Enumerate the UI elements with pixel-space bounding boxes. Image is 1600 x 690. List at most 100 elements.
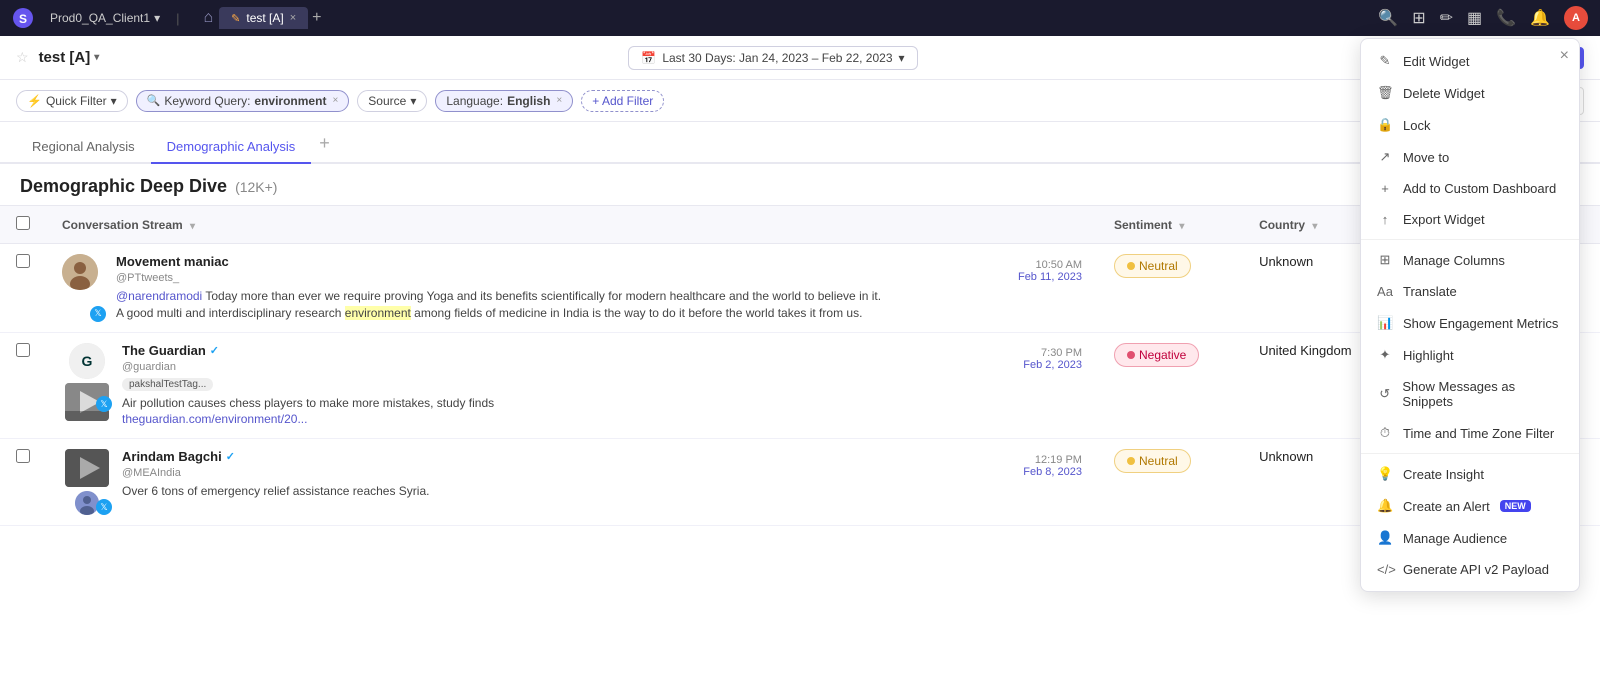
edit-widget-icon: ✎ bbox=[1377, 53, 1393, 69]
tab-add-button[interactable]: + bbox=[311, 129, 338, 158]
sentiment-dot-2 bbox=[1127, 351, 1135, 359]
menu-item-manage-columns[interactable]: ⊞ Manage Columns bbox=[1361, 244, 1579, 276]
svg-text:G: G bbox=[82, 353, 93, 369]
timestamp-3: 12:19 PM Feb 8, 2023 bbox=[1023, 451, 1082, 478]
row-checkbox-3[interactable] bbox=[16, 449, 30, 463]
phone-icon[interactable]: 📞 bbox=[1496, 8, 1516, 28]
select-all-column[interactable] bbox=[0, 206, 46, 244]
search-icon[interactable]: 🔍 bbox=[1378, 8, 1398, 28]
add-dashboard-icon: + bbox=[1377, 181, 1393, 196]
tab-test-a[interactable]: ✎ test [A] × bbox=[219, 7, 308, 29]
bagchi-thumbnail bbox=[65, 449, 109, 487]
date-range-picker[interactable]: 📅 Last 30 Days: Jan 24, 2023 – Feb 22, 2… bbox=[628, 46, 917, 70]
conversation-content-2: The Guardian ✓ @guardian 7:30 PM Feb 2, … bbox=[122, 343, 1082, 429]
sentiment-dot-1 bbox=[1127, 262, 1135, 270]
tab-demographic-analysis[interactable]: Demographic Analysis bbox=[151, 131, 312, 164]
alert-icon: 🔔 bbox=[1377, 498, 1393, 514]
menu-item-translate[interactable]: Aa Translate bbox=[1361, 276, 1579, 307]
highlight-icon: ✦ bbox=[1377, 347, 1393, 363]
verified-badge-2: ✓ bbox=[210, 344, 219, 357]
profile-image bbox=[62, 254, 98, 290]
sentiment-dot-3 bbox=[1127, 457, 1135, 465]
guardian-twitter-icon: 𝕏 bbox=[100, 399, 107, 410]
translate-icon: Aa bbox=[1377, 284, 1393, 299]
conversation-cell-3: 𝕏 Arindam Bagchi ✓ bbox=[46, 439, 1098, 526]
calendar-icon[interactable]: ▦ bbox=[1467, 8, 1482, 28]
conversation-content-3: Arindam Bagchi ✓ @MEAIndia 12:19 PM Feb … bbox=[122, 449, 1082, 515]
calendar-icon-small: 📅 bbox=[641, 51, 656, 65]
menu-item-edit-widget[interactable]: ✎ Edit Widget bbox=[1361, 45, 1579, 77]
verified-badge-3: ✓ bbox=[226, 450, 235, 463]
add-filter-button[interactable]: + Add Filter bbox=[581, 90, 664, 112]
menu-item-highlight[interactable]: ✦ Highlight bbox=[1361, 339, 1579, 371]
org-selector[interactable]: Prod0_QA_Client1 ▾ bbox=[50, 11, 160, 25]
guardian-avatar: G bbox=[69, 343, 105, 379]
notification-icon[interactable]: 🔔 bbox=[1530, 8, 1550, 28]
author-info-2: The Guardian ✓ @guardian bbox=[122, 343, 219, 373]
mention-link-1[interactable]: @narendramodi bbox=[116, 289, 202, 303]
language-filter-chip[interactable]: Language: English × bbox=[435, 90, 573, 112]
edit-icon[interactable]: ✏ bbox=[1440, 8, 1453, 28]
user-avatar[interactable]: A bbox=[1564, 6, 1588, 30]
row-checkbox[interactable] bbox=[16, 254, 30, 268]
author-info-3: Arindam Bagchi ✓ @MEAIndia bbox=[122, 449, 235, 479]
favorite-icon[interactable]: ☆ bbox=[16, 49, 29, 66]
menu-item-create-alert[interactable]: 🔔 Create an Alert NEW bbox=[1361, 490, 1579, 522]
topnav-right: 🔍 ⊞ ✏ ▦ 📞 🔔 A bbox=[1378, 6, 1588, 30]
guardian-twitter-badge: 𝕏 bbox=[96, 396, 112, 412]
keyword-query-chip[interactable]: 🔍 Keyword Query: environment × bbox=[136, 90, 350, 112]
snippets-icon: ↺ bbox=[1377, 386, 1392, 402]
sort-icon-country: ▾ bbox=[1312, 221, 1317, 232]
article-link[interactable]: theguardian.com/environment/20... bbox=[122, 412, 307, 426]
lock-icon: 🔒 bbox=[1377, 117, 1393, 133]
select-all-checkbox[interactable] bbox=[16, 216, 30, 230]
conversation-cell-1: 𝕏 Movement maniac @PTtweets_ bbox=[46, 244, 1098, 333]
post-text-2: Air pollution causes chess players to ma… bbox=[122, 395, 1082, 429]
language-chip-close[interactable]: × bbox=[556, 95, 562, 106]
tab-regional-analysis[interactable]: Regional Analysis bbox=[16, 131, 151, 164]
sentiment-header[interactable]: Sentiment ▾ bbox=[1098, 206, 1243, 244]
toolbar-center: 📅 Last 30 Days: Jan 24, 2023 – Feb 22, 2… bbox=[109, 46, 1436, 70]
row-checkbox-cell[interactable] bbox=[0, 244, 46, 333]
menu-item-move-to[interactable]: ↗ Move to bbox=[1361, 141, 1579, 173]
menu-close-button[interactable]: × bbox=[1560, 47, 1569, 65]
guardian-logo: G bbox=[69, 343, 105, 379]
quick-filter-button[interactable]: ⚡ Quick Filter ▾ bbox=[16, 90, 128, 112]
source-filter-chip[interactable]: Source ▾ bbox=[357, 90, 427, 112]
author-name-2: The Guardian ✓ bbox=[122, 343, 219, 358]
twitter-badge: 𝕏 bbox=[90, 306, 106, 322]
menu-item-engagement-metrics[interactable]: 📊 Show Engagement Metrics bbox=[1361, 307, 1579, 339]
row-checkbox-cell-2[interactable] bbox=[0, 332, 46, 439]
menu-item-delete-widget[interactable]: 🗑 Delete Widget bbox=[1361, 77, 1579, 109]
row-checkbox-2[interactable] bbox=[16, 343, 30, 357]
menu-divider-1 bbox=[1361, 239, 1579, 240]
menu-item-snippets[interactable]: ↺ Show Messages as Snippets bbox=[1361, 371, 1579, 417]
grid-icon[interactable]: ⊞ bbox=[1412, 8, 1425, 28]
conversation-stream-header[interactable]: Conversation Stream ▾ bbox=[46, 206, 1098, 244]
menu-item-timezone-filter[interactable]: ⏱ Time and Time Zone Filter bbox=[1361, 417, 1579, 449]
conversation-tag-2: pakshalTestTag... bbox=[122, 378, 213, 391]
tab-close-button[interactable]: × bbox=[290, 12, 296, 24]
avatar bbox=[62, 254, 98, 290]
new-badge: NEW bbox=[1500, 500, 1531, 512]
menu-item-create-insight[interactable]: 💡 Create Insight bbox=[1361, 458, 1579, 490]
menu-item-api-payload[interactable]: </> Generate API v2 Payload bbox=[1361, 554, 1579, 585]
post-time-1: 10:50 AM bbox=[1036, 259, 1082, 271]
keyword-chip-close[interactable]: × bbox=[332, 95, 338, 106]
author-name-1: Movement maniac bbox=[116, 254, 229, 269]
row-checkbox-cell-3[interactable] bbox=[0, 439, 46, 526]
menu-item-add-dashboard[interactable]: + Add to Custom Dashboard bbox=[1361, 173, 1579, 204]
post-time-2: 7:30 PM bbox=[1041, 347, 1082, 359]
home-icon[interactable]: ⌂ bbox=[203, 9, 213, 27]
post-date-3: Feb 8, 2023 bbox=[1023, 466, 1082, 478]
menu-item-manage-audience[interactable]: 👤 Manage Audience bbox=[1361, 522, 1579, 554]
menu-item-export-widget[interactable]: ↑ Export Widget bbox=[1361, 204, 1579, 235]
menu-item-lock[interactable]: 🔒 Lock bbox=[1361, 109, 1579, 141]
bagchi-twitter-badge: 𝕏 bbox=[96, 499, 112, 515]
conv-header-3: Arindam Bagchi ✓ @MEAIndia 12:19 PM Feb … bbox=[122, 449, 1082, 479]
conv-header-2: The Guardian ✓ @guardian 7:30 PM Feb 2, … bbox=[122, 343, 1082, 373]
tab-add-button[interactable]: + bbox=[312, 9, 321, 27]
author-info-1: Movement maniac @PTtweets_ bbox=[116, 254, 229, 284]
sort-icon-conversation: ▾ bbox=[190, 221, 195, 232]
search-chip-icon: 🔍 bbox=[147, 94, 161, 107]
